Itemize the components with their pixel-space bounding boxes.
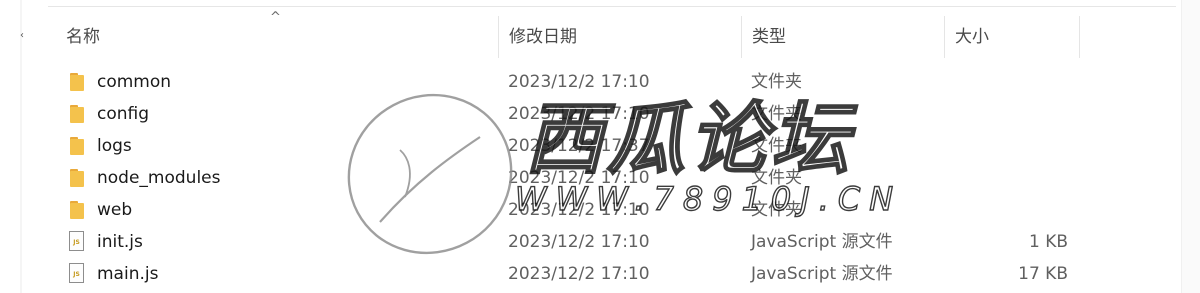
file-name: main.js (97, 264, 159, 284)
file-size: 17 KB (1018, 264, 1068, 284)
folder-icon (70, 105, 84, 123)
file-type: 文件夹 (751, 168, 802, 188)
file-date: 2023/12/2 17:10 (508, 104, 650, 124)
column-header-row: ^ 名称 修改日期 类型 大小 (48, 10, 1178, 58)
file-name: web (97, 200, 133, 220)
folder-icon (70, 201, 84, 219)
column-header-size[interactable]: 大小 (937, 16, 1077, 58)
file-size: 1 KB (1028, 232, 1068, 252)
file-type: 文件夹 (751, 72, 802, 92)
file-row-common[interactable]: common 2023/12/2 17:10 文件夹 (48, 66, 1178, 98)
file-row-logs[interactable]: logs 2023/12/2 17:37 文件夹 (48, 130, 1178, 162)
file-row-node-modules[interactable]: node_modules 2023/12/2 17:10 文件夹 (48, 162, 1178, 194)
column-header-name[interactable]: 名称 (48, 16, 498, 58)
file-name: init.js (97, 232, 143, 252)
file-date: 2023/12/2 17:10 (508, 168, 650, 188)
header-top-border (48, 6, 1176, 7)
vertical-scrollbar[interactable] (1181, 0, 1200, 293)
chevron-left-icon[interactable]: ‹ (20, 30, 24, 41)
file-type: 文件夹 (751, 200, 802, 220)
file-type: 文件夹 (751, 104, 802, 124)
folder-icon (70, 169, 84, 187)
file-name: logs (97, 136, 132, 156)
file-name: common (97, 72, 172, 92)
js-file-icon: JS (69, 231, 84, 251)
file-type: 文件夹 (751, 136, 802, 156)
column-header-date[interactable]: 修改日期 (491, 16, 741, 58)
file-list: common 2023/12/2 17:10 文件夹 config 2023/1… (48, 66, 1178, 290)
file-type: JavaScript 源文件 (751, 232, 893, 252)
file-date: 2023/12/2 17:10 (508, 72, 650, 92)
file-name: node_modules (97, 168, 221, 188)
column-divider[interactable] (1079, 16, 1080, 58)
file-date: 2023/12/2 17:10 (508, 264, 650, 284)
file-type: JavaScript 源文件 (751, 264, 893, 284)
file-date: 2023/12/2 17:37 (508, 136, 650, 156)
file-row-init-js[interactable]: JS init.js 2023/12/2 17:10 JavaScript 源文… (48, 226, 1178, 258)
column-header-type[interactable]: 类型 (734, 16, 944, 58)
file-row-main-js[interactable]: JS main.js 2023/12/2 17:10 JavaScript 源文… (48, 258, 1178, 290)
folder-icon (70, 73, 84, 91)
file-date: 2023/12/2 17:10 (508, 200, 650, 220)
js-file-icon: JS (69, 263, 84, 283)
folder-icon (70, 137, 84, 155)
file-row-config[interactable]: config 2023/12/2 17:10 文件夹 (48, 98, 1178, 130)
file-explorer: ‹ ^ 名称 修改日期 类型 大小 common 2023/12/2 17:10… (0, 0, 1200, 293)
file-row-web[interactable]: web 2023/12/2 17:10 文件夹 (48, 194, 1178, 226)
file-date: 2023/12/2 17:10 (508, 232, 650, 252)
file-name: config (97, 104, 150, 124)
navigation-pane-edge (20, 0, 22, 293)
